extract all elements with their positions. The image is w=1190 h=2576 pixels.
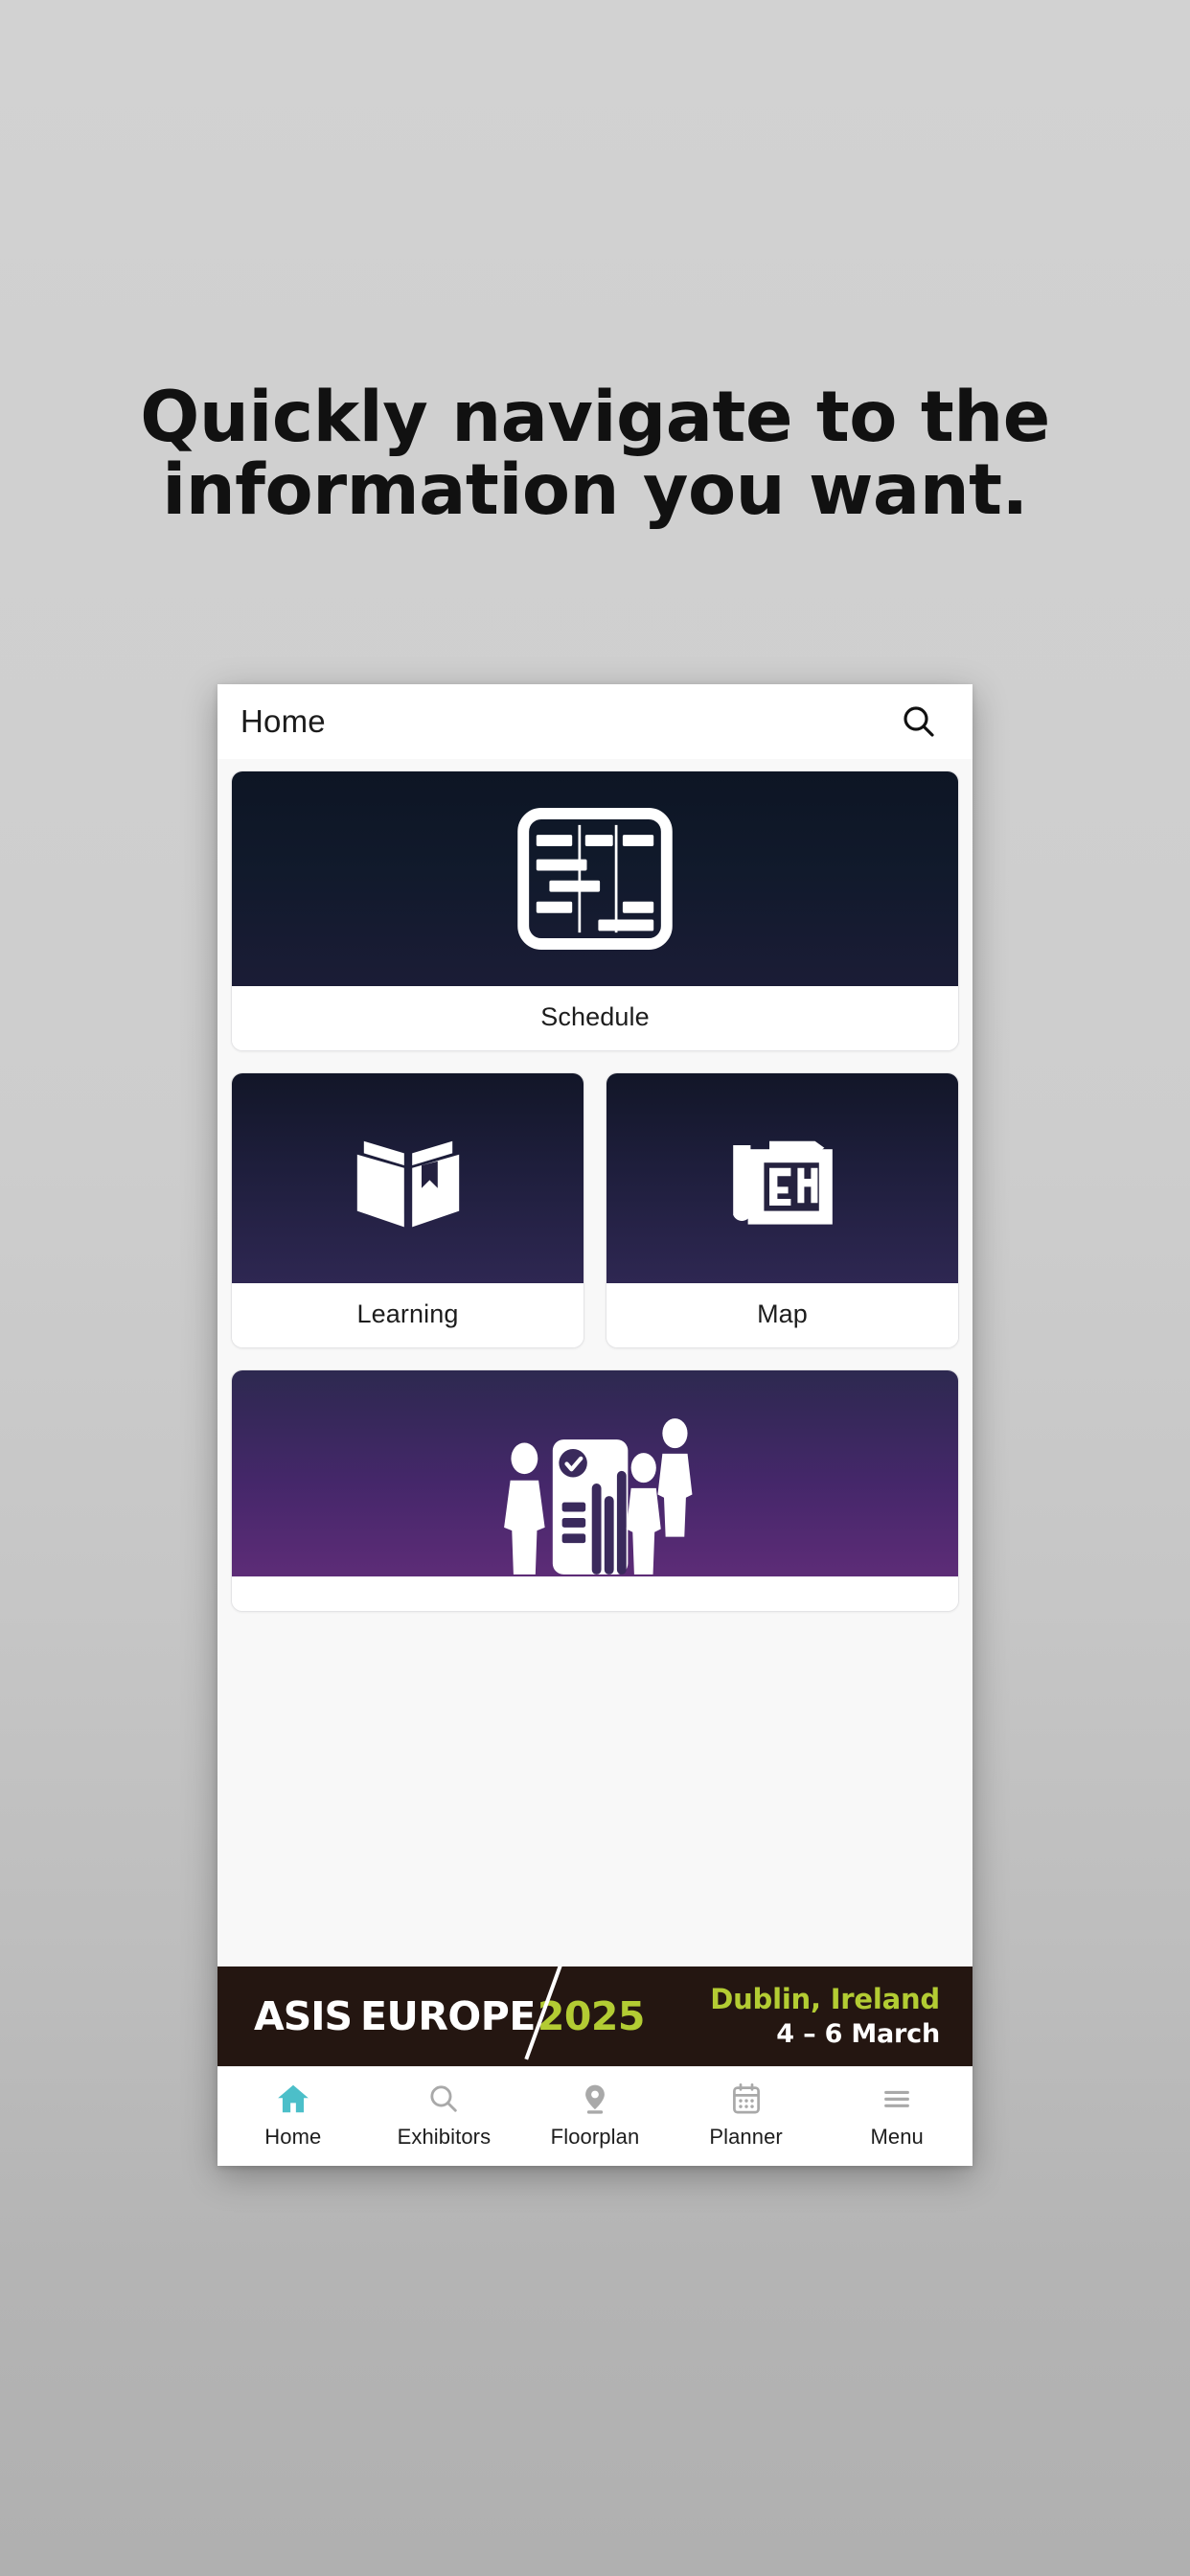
sponsor-banner[interactable]: ASIS EUROPE 2025 Dublin, Ireland 4 – 6 M…	[217, 1966, 973, 2066]
phone-mockup: Home Schedule Learning Map ASIS EUROPE 2…	[217, 684, 973, 2166]
tab-planner[interactable]: Planner	[671, 2081, 822, 2150]
banner-city-text: Dublin, Ireland	[710, 1983, 940, 2016]
tile-survey[interactable]	[231, 1369, 959, 1612]
banner-event-info: Dublin, Ireland 4 – 6 March	[710, 1983, 940, 2049]
tile-learning-label: Learning	[232, 1283, 584, 1347]
page-title: Home	[240, 703, 326, 739]
tab-exhibitors-label: Exhibitors	[397, 2125, 492, 2149]
promo-headline: Quickly navigate to the information you …	[0, 381, 1190, 527]
tile-map[interactable]: Map	[606, 1072, 959, 1348]
logo-year-text: 2025	[537, 1993, 646, 2039]
tile-map-label: Map	[606, 1283, 958, 1347]
tab-home-label: Home	[264, 2125, 322, 2149]
search-icon	[904, 706, 934, 737]
map-pin-icon	[578, 2081, 612, 2117]
blueprint-floorplan-icon	[732, 1140, 833, 1225]
tile-schedule-label: Schedule	[232, 986, 958, 1050]
tab-floorplan[interactable]: Floorplan	[519, 2081, 671, 2150]
tab-menu-label: Menu	[870, 2125, 924, 2149]
people-survey-chart-icon	[504, 1417, 693, 1575]
headline-line-2: information you want.	[162, 448, 1028, 531]
headline-line-1: Quickly navigate to the	[140, 377, 1050, 458]
open-book-icon	[356, 1140, 459, 1227]
schedule-grid-icon	[517, 808, 673, 950]
tile-map-art	[606, 1073, 958, 1283]
tab-menu[interactable]: Menu	[821, 2081, 973, 2150]
search-icon	[426, 2081, 461, 2117]
tile-learning-art	[232, 1073, 584, 1283]
home-tiles-scroll[interactable]: Schedule Learning Map	[217, 759, 973, 1966]
tab-floorplan-label: Floorplan	[550, 2125, 640, 2149]
tile-row: Learning Map	[231, 1072, 959, 1348]
search-button[interactable]	[894, 697, 944, 747]
tile-learning[interactable]: Learning	[231, 1072, 584, 1348]
asis-europe-logo: ASIS EUROPE 2025	[254, 1966, 646, 2060]
tile-survey-art	[232, 1370, 958, 1576]
calendar-icon	[729, 2081, 764, 2117]
tab-home[interactable]: Home	[217, 2081, 369, 2150]
logo-europe-text: EUROPE	[360, 1993, 536, 2039]
home-icon	[275, 2081, 311, 2117]
tab-exhibitors[interactable]: Exhibitors	[369, 2081, 520, 2150]
bottom-tab-bar: Home Exhibitors Floorplan Planner Menu	[217, 2066, 973, 2166]
tile-schedule[interactable]: Schedule	[231, 770, 959, 1051]
app-header: Home	[217, 684, 973, 759]
hamburger-icon	[880, 2081, 914, 2117]
banner-date-text: 4 – 6 March	[776, 2018, 940, 2049]
tile-schedule-art	[232, 771, 958, 986]
logo-asis-text: ASIS	[254, 1993, 353, 2039]
tab-planner-label: Planner	[709, 2125, 783, 2149]
